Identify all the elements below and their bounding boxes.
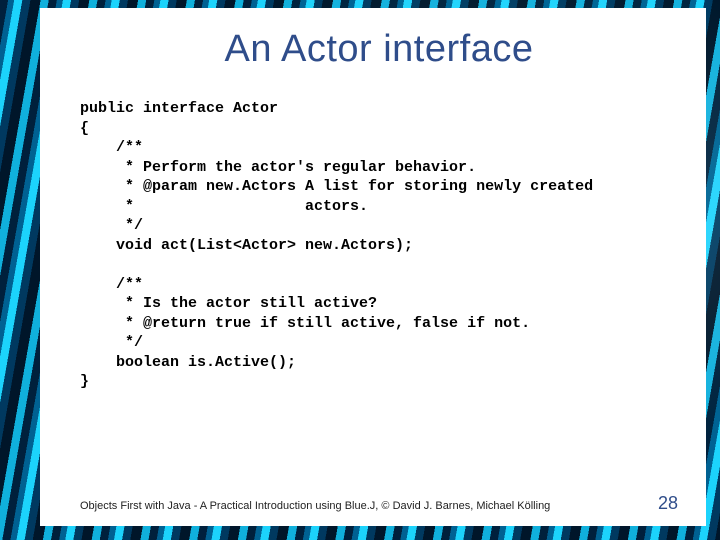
slide-title: An Actor interface xyxy=(80,28,678,71)
slide-card: An Actor interface public interface Acto… xyxy=(40,8,706,526)
slide-footer: Objects First with Java - A Practical In… xyxy=(80,493,678,514)
page-number: 28 xyxy=(658,493,678,514)
footer-citation: Objects First with Java - A Practical In… xyxy=(80,500,550,512)
code-block: public interface Actor { /** * Perform t… xyxy=(80,99,678,392)
